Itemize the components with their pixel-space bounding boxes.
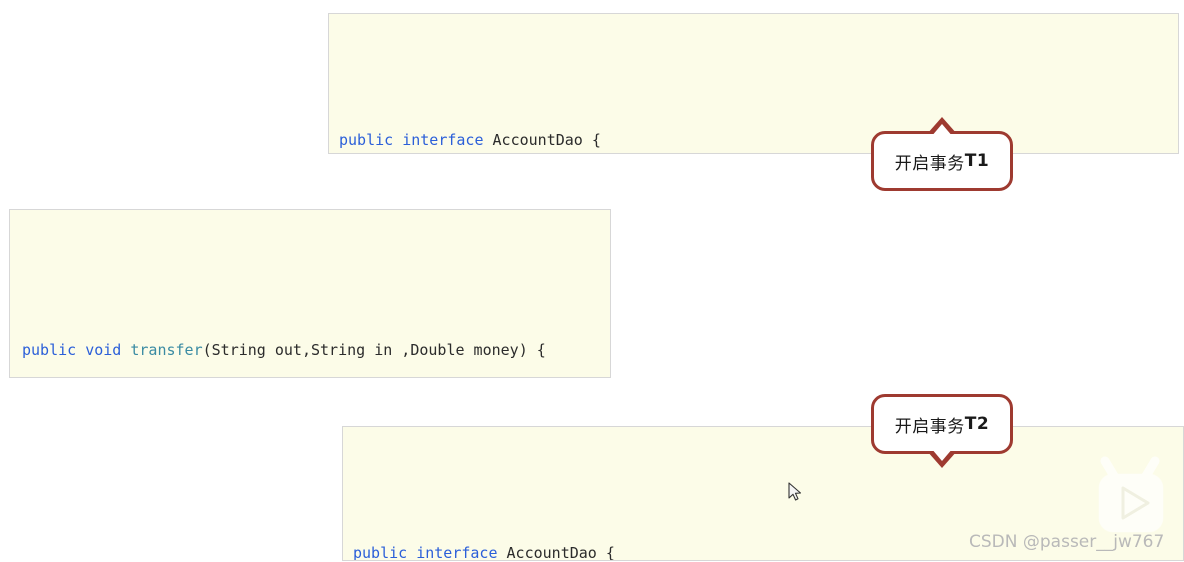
callout-label-cn: 开启事务: [894, 416, 965, 437]
type-token: AccountDao {: [492, 131, 601, 149]
bubble-tail-down-fill-icon: [931, 448, 953, 461]
callout-label-tx: T1: [964, 151, 990, 171]
callout-label-cn: 开启事务: [894, 153, 965, 174]
callout-bubble-t1: 开启事务 T1: [871, 117, 1013, 191]
callout-bubble-t2: 开启事务 T2: [871, 394, 1013, 468]
code-line: public void transfer(String out,String i…: [22, 334, 610, 366]
keyword-token: public void: [22, 341, 131, 359]
csdn-watermark-text: CSDN @passer__jw767: [969, 532, 1165, 552]
keyword-token: public interface: [353, 544, 507, 561]
method-token: transfer: [130, 341, 203, 359]
code-block-accountdao-outmoney: public interface AccountDao { @Update("u…: [328, 13, 1179, 154]
type-token: AccountDao {: [506, 544, 615, 561]
code-line: public interface AccountDao {: [339, 124, 1178, 153]
keyword-token: public interface: [339, 131, 493, 149]
signature-text: (String out,String in ,Double money) {: [202, 341, 546, 359]
code-block-transfer-method: public void transfer(String out,String i…: [9, 209, 611, 378]
bubble-tail-up-fill-icon: [931, 124, 953, 137]
callout-label-tx: T2: [964, 414, 990, 434]
